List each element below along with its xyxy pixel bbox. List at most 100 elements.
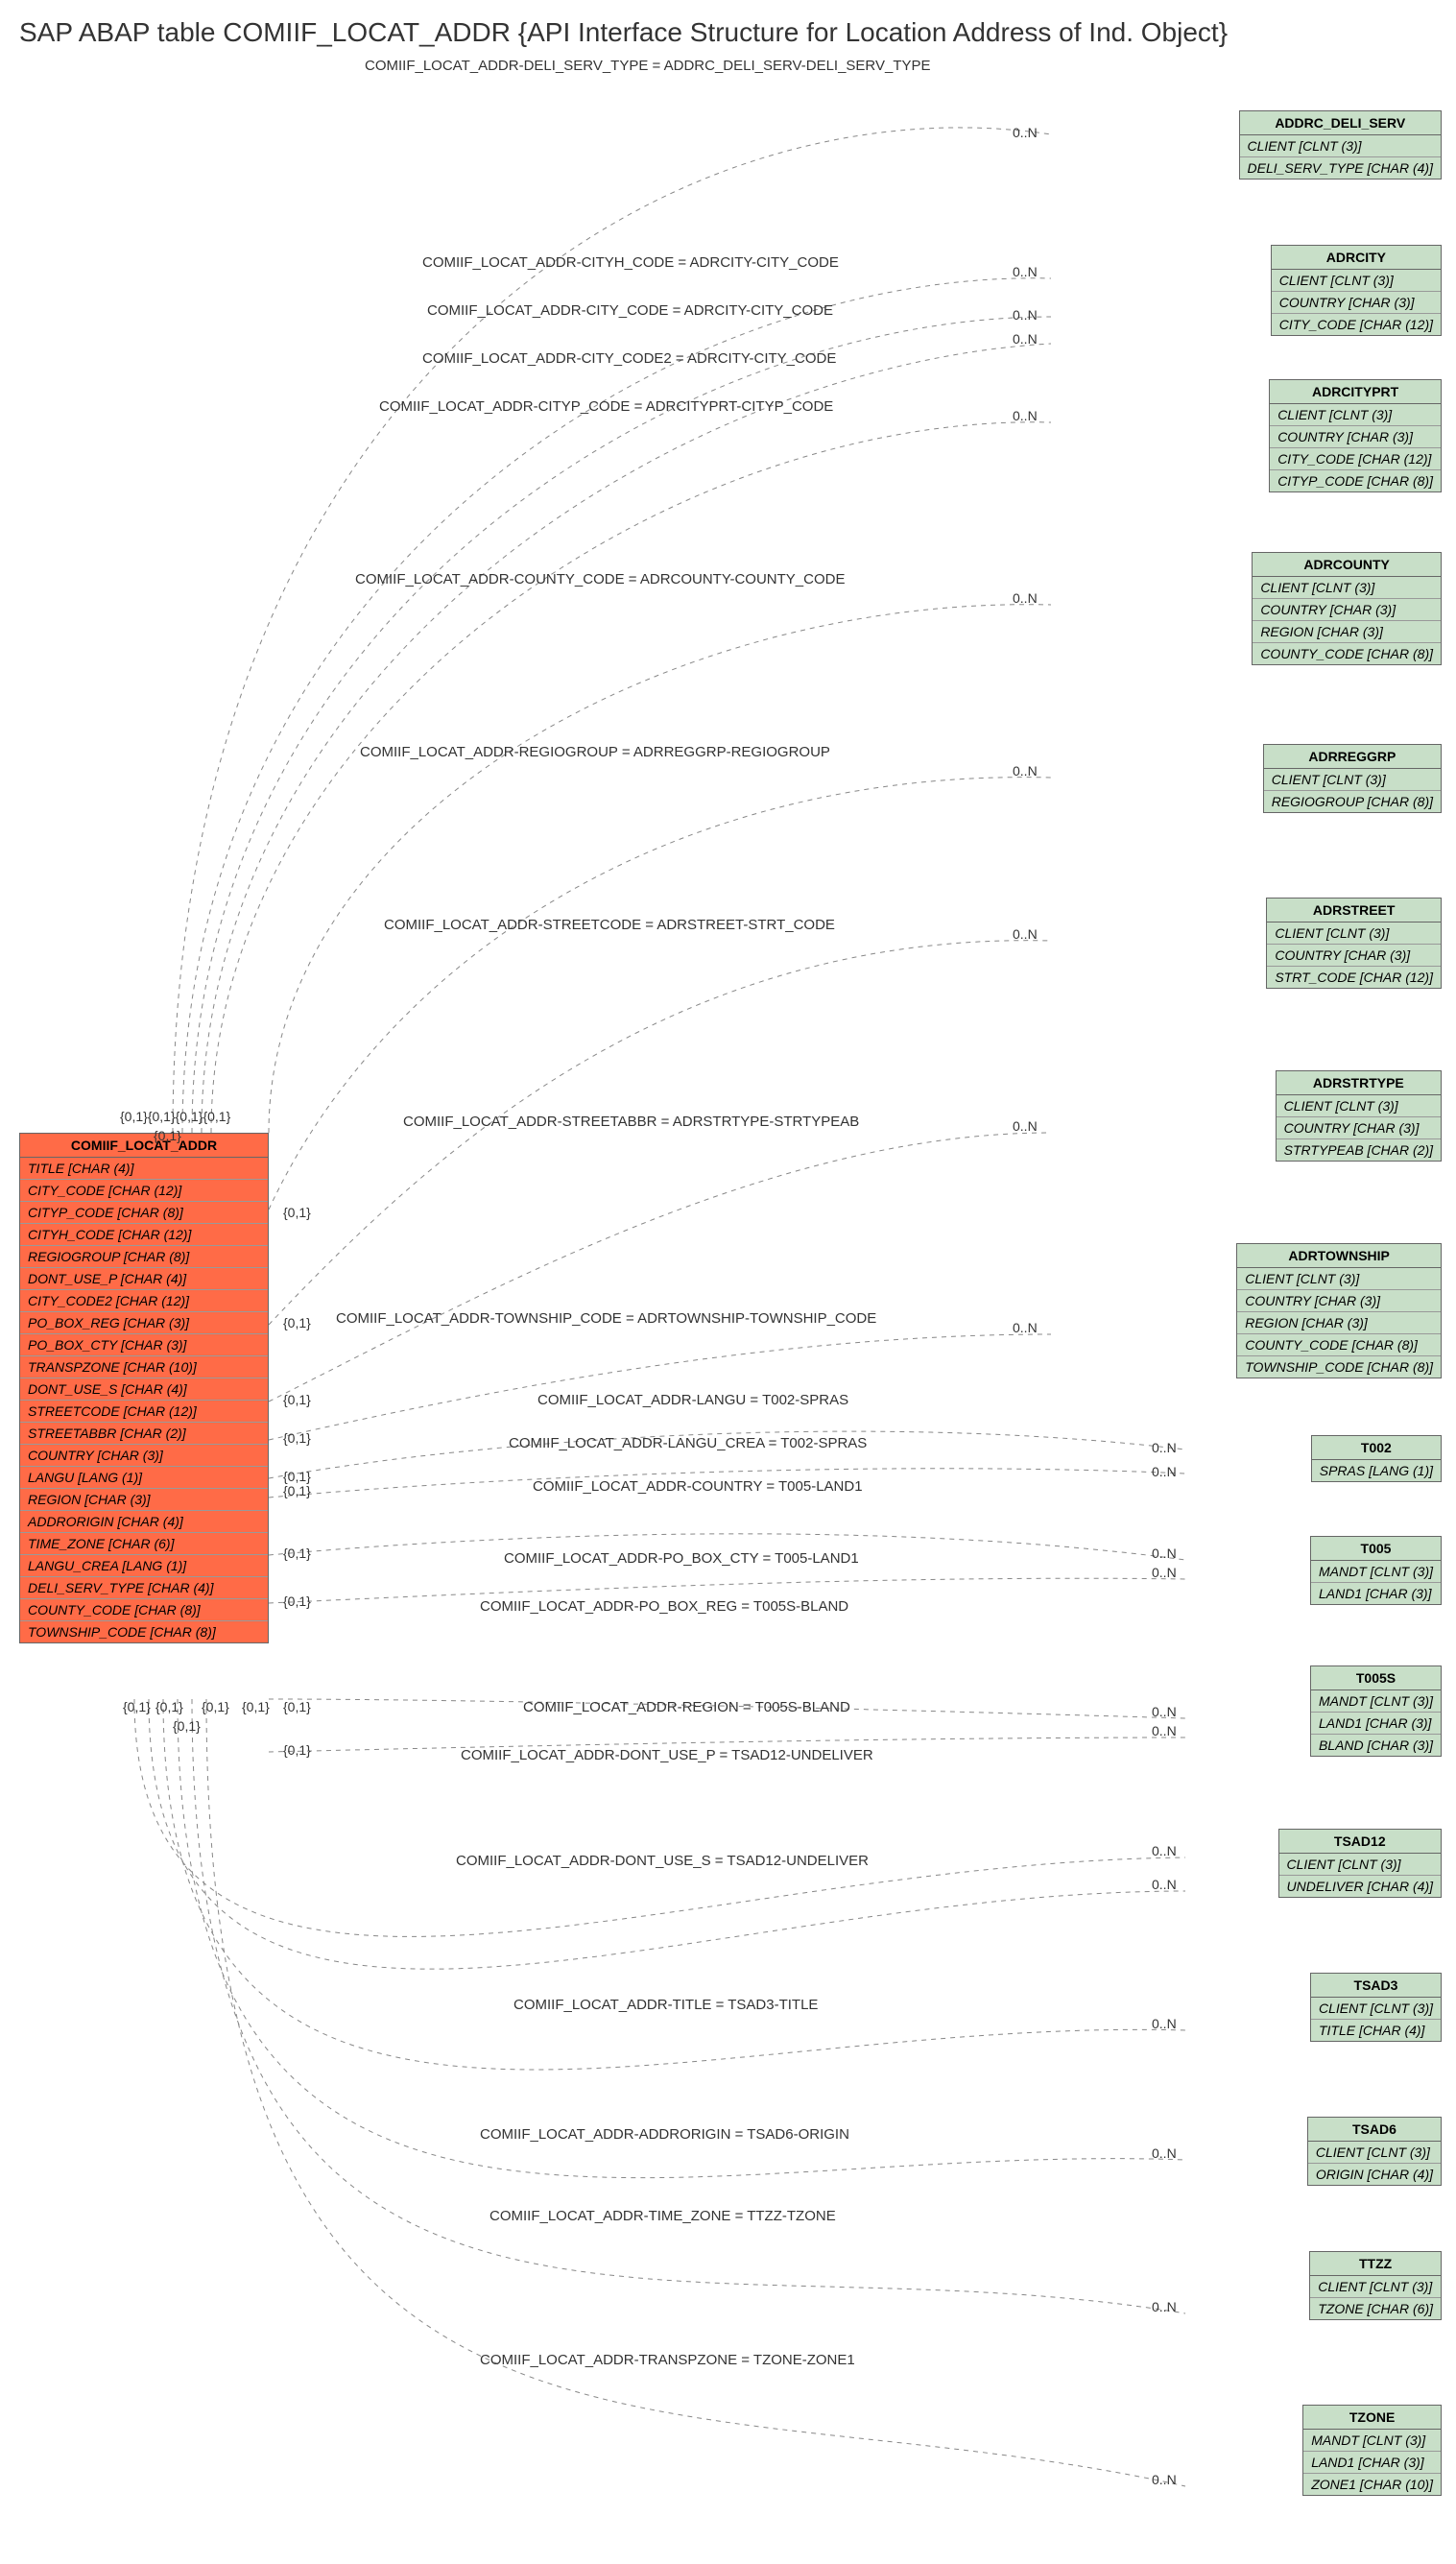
entity-field: CLIENT [CLNT (3)] bbox=[1253, 577, 1441, 599]
entity-header: T005 bbox=[1311, 1537, 1441, 1561]
cardinality-right: 0..N bbox=[1013, 1118, 1038, 1134]
ref-entity: TSAD12CLIENT [CLNT (3)]UNDELIVER [CHAR (… bbox=[1278, 1829, 1442, 1898]
entity-field: CITY_CODE [CHAR (12)] bbox=[20, 1180, 268, 1202]
entity-field: LAND1 [CHAR (3)] bbox=[1311, 1583, 1441, 1604]
cardinality-left: {0,1} bbox=[283, 1483, 311, 1498]
cardinality-right: 0..N bbox=[1152, 2299, 1177, 2314]
ref-entity: ADRSTRTYPECLIENT [CLNT (3)]COUNTRY [CHAR… bbox=[1276, 1070, 1442, 1162]
entity-field: CITY_CODE2 [CHAR (12)] bbox=[20, 1290, 268, 1312]
entity-header: ADRSTRTYPE bbox=[1277, 1071, 1441, 1095]
entity-field: COUNTY_CODE [CHAR (8)] bbox=[1253, 643, 1441, 664]
entity-header: TZONE bbox=[1303, 2406, 1441, 2430]
cardinality-right: 0..N bbox=[1152, 1843, 1177, 1858]
cardinality-right: 0..N bbox=[1152, 1704, 1177, 1719]
cardinality-right: 0..N bbox=[1152, 1723, 1177, 1738]
cardinality-left: {0,1} bbox=[283, 1392, 311, 1407]
relation-label: COMIIF_LOCAT_ADDR-PO_BOX_CTY = T005-LAND… bbox=[504, 1550, 859, 1567]
entity-field: REGION [CHAR (3)] bbox=[1237, 1312, 1441, 1334]
entity-field: PO_BOX_CTY [CHAR (3)] bbox=[20, 1334, 268, 1356]
ref-entity: TTZZCLIENT [CLNT (3)]TZONE [CHAR (6)] bbox=[1309, 2251, 1442, 2320]
relation-label: COMIIF_LOCAT_ADDR-REGION = T005S-BLAND bbox=[523, 1699, 850, 1715]
entity-field: MANDT [CLNT (3)] bbox=[1311, 1561, 1441, 1583]
ref-entity: ADRSTREETCLIENT [CLNT (3)]COUNTRY [CHAR … bbox=[1266, 898, 1442, 989]
ref-entity: ADRCITYPRTCLIENT [CLNT (3)]COUNTRY [CHAR… bbox=[1269, 379, 1442, 492]
entity-field: TITLE [CHAR (4)] bbox=[20, 1158, 268, 1180]
cardinality-left: {0,1} bbox=[155, 1699, 183, 1714]
entity-field: DELI_SERV_TYPE [CHAR (4)] bbox=[1240, 157, 1441, 179]
erd-diagram: SAP ABAP table COMIIF_LOCAT_ADDR {API In… bbox=[0, 0, 1456, 2564]
entity-field: COUNTRY [CHAR (3)] bbox=[1253, 599, 1441, 621]
entity-field: TITLE [CHAR (4)] bbox=[1311, 2020, 1441, 2041]
entity-field: UNDELIVER [CHAR (4)] bbox=[1279, 1876, 1441, 1897]
entity-field: COUNTRY [CHAR (3)] bbox=[1267, 945, 1441, 967]
entity-field: CITY_CODE [CHAR (12)] bbox=[1270, 448, 1441, 470]
entity-field: ZONE1 [CHAR (10)] bbox=[1303, 2474, 1441, 2495]
cardinality-right: 0..N bbox=[1013, 590, 1038, 606]
ref-entity: ADRREGGRPCLIENT [CLNT (3)]REGIOGROUP [CH… bbox=[1263, 744, 1442, 813]
cardinality-right: 0..N bbox=[1152, 1877, 1177, 1892]
relation-label: COMIIF_LOCAT_ADDR-CITYP_CODE = ADRCITYPR… bbox=[379, 398, 833, 415]
entity-field: COUNTY_CODE [CHAR (8)] bbox=[20, 1599, 268, 1621]
entity-field: LAND1 [CHAR (3)] bbox=[1303, 2452, 1441, 2474]
entity-field: COUNTRY [CHAR (3)] bbox=[1237, 1290, 1441, 1312]
relation-label: COMIIF_LOCAT_ADDR-DONT_USE_S = TSAD12-UN… bbox=[456, 1853, 869, 1869]
entity-field: CLIENT [CLNT (3)] bbox=[1277, 1095, 1441, 1117]
cardinality-right: 0..N bbox=[1013, 1320, 1038, 1335]
relation-label: COMIIF_LOCAT_ADDR-STREETCODE = ADRSTREET… bbox=[384, 917, 835, 933]
entity-field: CLIENT [CLNT (3)] bbox=[1311, 1998, 1441, 2020]
entity-field: CLIENT [CLNT (3)] bbox=[1267, 923, 1441, 945]
cardinality-right: 0..N bbox=[1013, 125, 1038, 140]
entity-field: LANGU [LANG (1)] bbox=[20, 1467, 268, 1489]
ref-entity: T005MANDT [CLNT (3)]LAND1 [CHAR (3)] bbox=[1310, 1536, 1442, 1605]
ref-entity: T005SMANDT [CLNT (3)]LAND1 [CHAR (3)]BLA… bbox=[1310, 1665, 1442, 1757]
entity-field: CLIENT [CLNT (3)] bbox=[1270, 404, 1441, 426]
cardinality-left: {0,1} bbox=[283, 1205, 311, 1220]
cardinality-right: 0..N bbox=[1013, 331, 1038, 347]
entity-field: CLIENT [CLNT (3)] bbox=[1279, 1854, 1441, 1876]
cardinality-left: {0,1} bbox=[283, 1742, 311, 1758]
cardinality-right: 0..N bbox=[1152, 1440, 1177, 1455]
entity-field: DONT_USE_S [CHAR (4)] bbox=[20, 1378, 268, 1401]
entity-header: T002 bbox=[1312, 1436, 1441, 1460]
entity-header: TSAD6 bbox=[1308, 2118, 1441, 2142]
main-entity: COMIIF_LOCAT_ADDRTITLE [CHAR (4)]CITY_CO… bbox=[19, 1133, 269, 1643]
entity-field: MANDT [CLNT (3)] bbox=[1311, 1690, 1441, 1713]
entity-field: CLIENT [CLNT (3)] bbox=[1308, 2142, 1441, 2164]
cardinality-left: {0,1} bbox=[123, 1699, 151, 1714]
entity-field: MANDT [CLNT (3)] bbox=[1303, 2430, 1441, 2452]
cardinality-right: 0..N bbox=[1013, 307, 1038, 323]
entity-field: CITYP_CODE [CHAR (8)] bbox=[20, 1202, 268, 1224]
cardinality-left: {0,1} bbox=[283, 1430, 311, 1446]
entity-field: REGION [CHAR (3)] bbox=[20, 1489, 268, 1511]
relation-label: COMIIF_LOCAT_ADDR-TIME_ZONE = TTZZ-TZONE bbox=[489, 2208, 836, 2224]
cardinality-right: 0..N bbox=[1013, 926, 1038, 942]
entity-field: CITYP_CODE [CHAR (8)] bbox=[1270, 470, 1441, 491]
entity-header: TTZZ bbox=[1310, 2252, 1441, 2276]
entity-field: ORIGIN [CHAR (4)] bbox=[1308, 2164, 1441, 2185]
relation-label: COMIIF_LOCAT_ADDR-ADDRORIGIN = TSAD6-ORI… bbox=[480, 2126, 849, 2143]
entity-field: COUNTRY [CHAR (3)] bbox=[1270, 426, 1441, 448]
entity-field: LAND1 [CHAR (3)] bbox=[1311, 1713, 1441, 1735]
entity-field: CLIENT [CLNT (3)] bbox=[1264, 769, 1441, 791]
entity-field: TZONE [CHAR (6)] bbox=[1310, 2298, 1441, 2319]
entity-header: ADRCITYPRT bbox=[1270, 380, 1441, 404]
cardinality-right: 0..N bbox=[1152, 1546, 1177, 1561]
relation-label: COMIIF_LOCAT_ADDR-REGIOGROUP = ADRREGGRP… bbox=[360, 744, 830, 760]
relation-label: COMIIF_LOCAT_ADDR-LANGU_CREA = T002-SPRA… bbox=[509, 1435, 867, 1451]
ref-entity: TSAD6CLIENT [CLNT (3)]ORIGIN [CHAR (4)] bbox=[1307, 2117, 1442, 2186]
cardinality-left: {0,1} bbox=[283, 1469, 311, 1484]
entity-field: STRT_CODE [CHAR (12)] bbox=[1267, 967, 1441, 988]
relation-label: COMIIF_LOCAT_ADDR-TOWNSHIP_CODE = ADRTOW… bbox=[336, 1310, 876, 1327]
entity-field: CLIENT [CLNT (3)] bbox=[1272, 270, 1441, 292]
cardinality-left: {0,1} bbox=[202, 1699, 229, 1714]
entity-field: TOWNSHIP_CODE [CHAR (8)] bbox=[20, 1621, 268, 1642]
entity-field: COUNTRY [CHAR (3)] bbox=[1277, 1117, 1441, 1139]
cardinality-left: {0,1} bbox=[154, 1128, 181, 1143]
ref-entity: ADDRC_DELI_SERVCLIENT [CLNT (3)]DELI_SER… bbox=[1239, 110, 1442, 180]
relation-label: COMIIF_LOCAT_ADDR-TRANSPZONE = TZONE-ZON… bbox=[480, 2352, 855, 2368]
entity-field: REGIOGROUP [CHAR (8)] bbox=[20, 1246, 268, 1268]
entity-header: ADRCITY bbox=[1272, 246, 1441, 270]
entity-field: BLAND [CHAR (3)] bbox=[1311, 1735, 1441, 1756]
relation-label: COMIIF_LOCAT_ADDR-PO_BOX_REG = T005S-BLA… bbox=[480, 1598, 848, 1615]
relation-label: COMIIF_LOCAT_ADDR-STREETABBR = ADRSTRTYP… bbox=[403, 1114, 859, 1130]
